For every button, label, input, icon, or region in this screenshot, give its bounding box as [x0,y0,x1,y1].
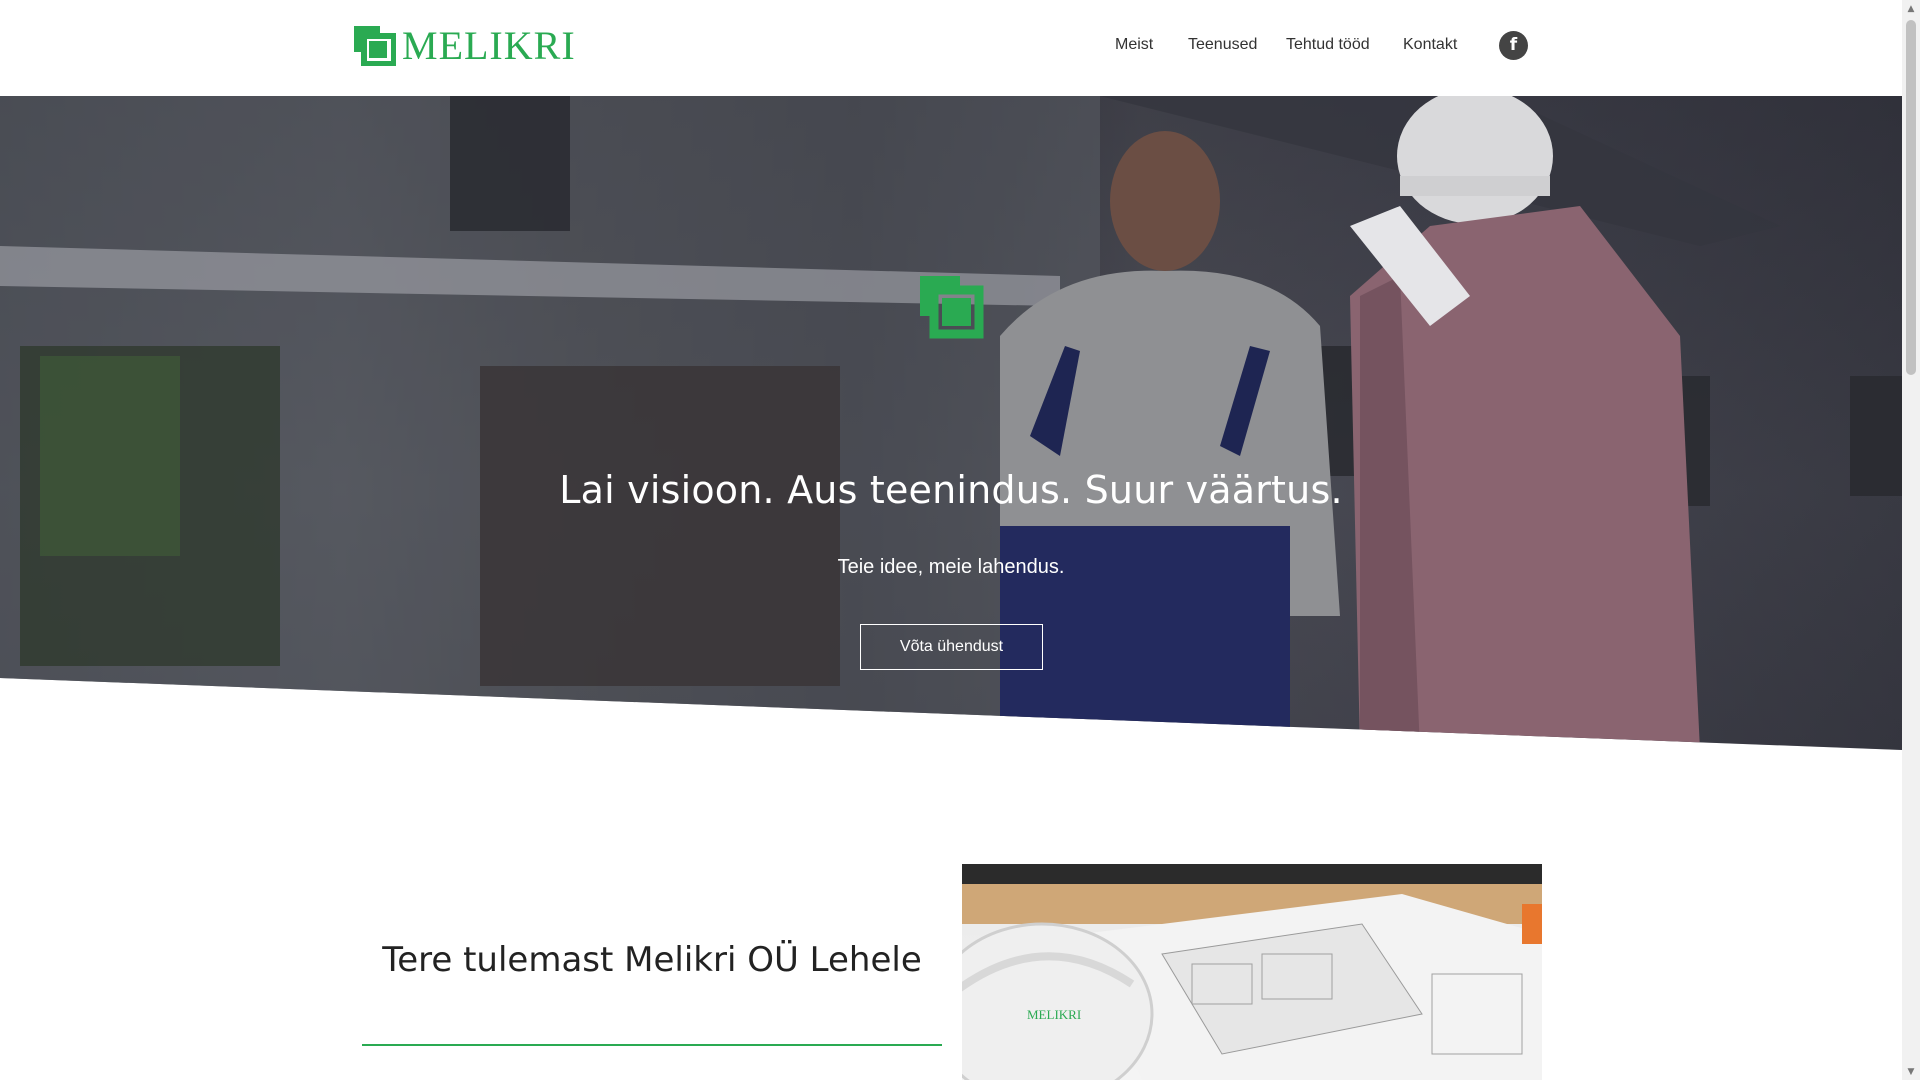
scroll-down-arrow-icon[interactable]: ▼ [1902,1063,1920,1080]
site-header: MELIKRI Meist Teenused Tehtud tööd Konta… [0,0,1902,96]
nav-item-kontakt[interactable]: Kontakt [1403,36,1457,54]
hero-content: Lai visioon. Aus teenindus. Suur väärtus… [0,96,1902,670]
melikri-logo-mark-icon [354,26,396,66]
hero-subtitle: Teie idee, meie lahendus. [837,556,1065,578]
welcome-divider [362,1044,942,1046]
scroll-thumb[interactable] [1906,20,1916,375]
blueprints-photo: MELIKRI [962,864,1542,1080]
nav-item-meist[interactable]: Meist [1115,36,1153,54]
welcome-title: Tere tulemast Melikri OÜ Lehele [382,940,922,980]
page-scrollbar[interactable]: ▲ ▼ [1902,0,1920,1080]
scroll-up-arrow-icon[interactable]: ▲ [1902,0,1920,17]
nav-item-teenused[interactable]: Teenused [1188,36,1257,54]
melikri-mark-icon [920,276,984,339]
welcome-photo: MELIKRI [962,864,1542,1080]
logo-text: MELIKRI [402,23,576,68]
facebook-glyph: f [1509,35,1518,55]
facebook-icon[interactable]: f [1499,31,1528,60]
site-logo[interactable]: MELIKRI [354,26,576,66]
nav-item-tehtud-tood[interactable]: Tehtud tööd [1286,36,1370,54]
hero-title: Lai visioon. Aus teenindus. Suur väärtus… [559,468,1343,512]
helmet-stamp: MELIKRI [1027,1007,1081,1022]
page: MELIKRI Meist Teenused Tehtud tööd Konta… [0,0,1920,1080]
contact-cta-button[interactable]: Võta ühendust [860,624,1043,670]
